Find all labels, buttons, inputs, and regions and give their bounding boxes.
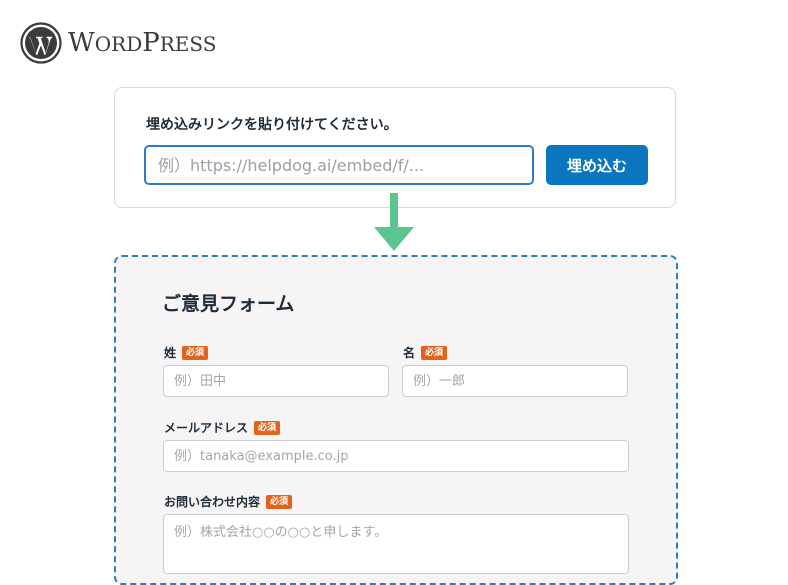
wordpress-logo-icon [20, 22, 62, 64]
message-label: お問い合わせ内容 必須 [164, 493, 293, 510]
required-badge: 必須 [266, 494, 293, 509]
arrow-down-icon [374, 193, 414, 251]
message-textarea[interactable] [163, 514, 629, 574]
wordpress-wordmark: WORDPRESS [68, 28, 217, 58]
wordpress-logo: WORDPRESS [20, 22, 216, 64]
first-name-label: 名 必須 [403, 344, 448, 361]
first-name-input[interactable] [402, 365, 628, 397]
embed-button[interactable]: 埋め込む [546, 145, 648, 185]
required-badge: 必須 [254, 420, 281, 435]
embed-link-card: 埋め込みリンクを貼り付けてください。 埋め込む [114, 87, 676, 208]
email-input[interactable] [163, 440, 629, 472]
required-badge: 必須 [421, 345, 448, 360]
email-label: メールアドレス 必須 [164, 419, 281, 436]
embed-instruction: 埋め込みリンクを貼り付けてください。 [146, 117, 398, 133]
form-title: ご意見フォーム [162, 293, 295, 315]
last-name-input[interactable] [163, 365, 389, 397]
embed-url-input[interactable] [144, 145, 534, 185]
embedded-form-preview: ご意見フォーム 姓 必須 名 必須 メールアドレス 必須 お問い合わせ内容 必須 [114, 255, 678, 585]
last-name-label: 姓 必須 [164, 344, 209, 361]
required-badge: 必須 [182, 345, 209, 360]
